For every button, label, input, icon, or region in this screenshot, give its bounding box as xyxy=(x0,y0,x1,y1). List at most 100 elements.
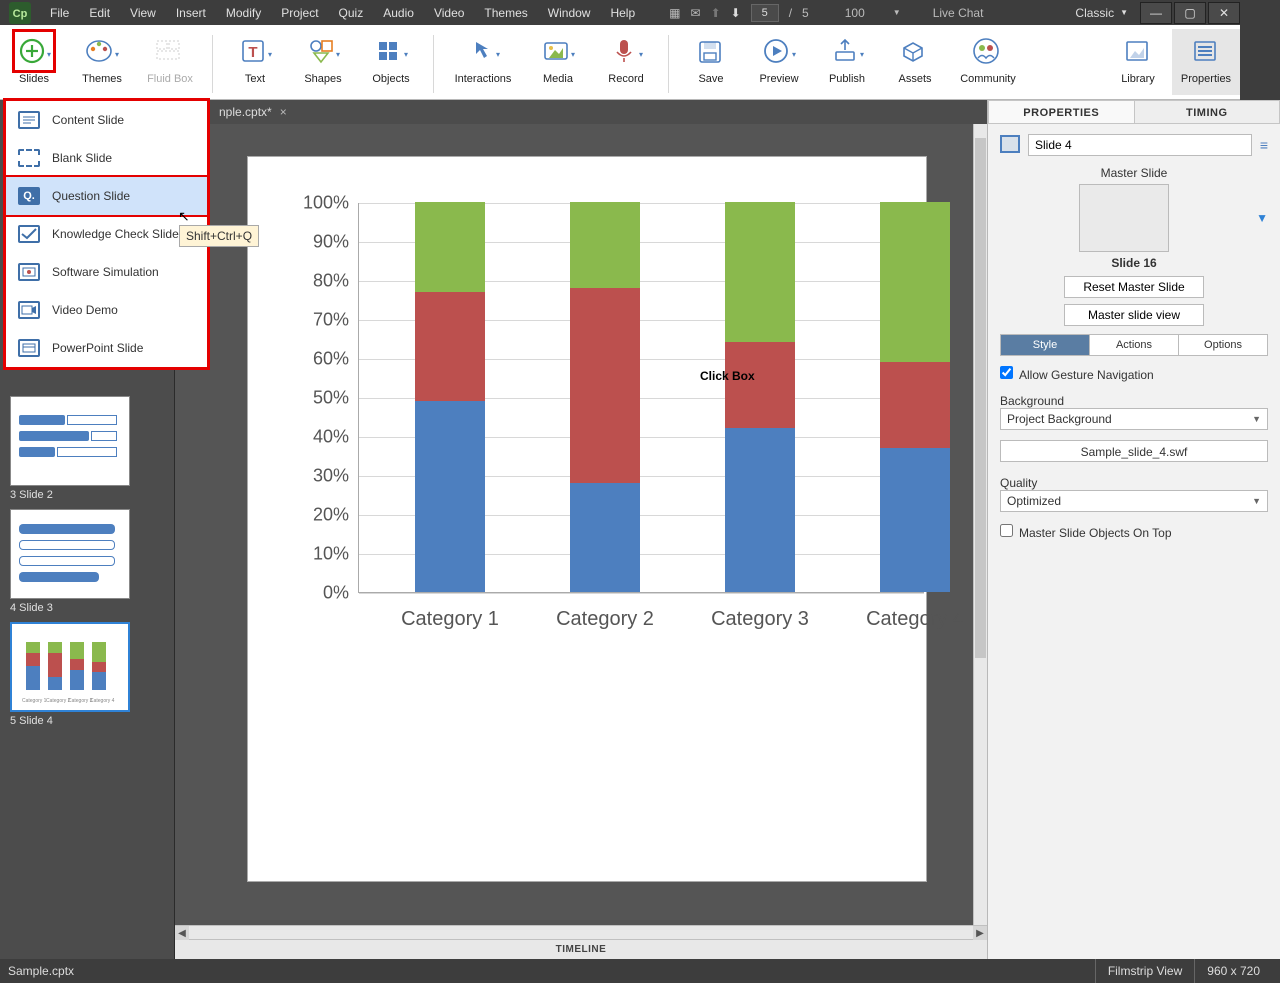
tool-label: Text xyxy=(245,73,265,85)
master-on-top-checkbox[interactable]: Master Slide Objects On Top xyxy=(1000,524,1268,540)
tool-label: Properties xyxy=(1181,73,1231,85)
allow-gesture-checkbox[interactable]: Allow Gesture Navigation xyxy=(1000,368,1154,382)
menu-audio[interactable]: Audio xyxy=(373,2,424,24)
community-button[interactable]: Community xyxy=(949,29,1027,95)
menu-question-slide[interactable]: Q.Question Slide xyxy=(6,177,207,215)
background-select[interactable]: Project Background ▼ xyxy=(1000,408,1268,430)
menu-themes[interactable]: Themes xyxy=(474,2,537,24)
mail-icon[interactable]: ✉ xyxy=(691,6,701,20)
subtab-actions[interactable]: Actions xyxy=(1090,335,1179,355)
themes-button[interactable]: ▾ Themes xyxy=(68,29,136,95)
tool-label: Community xyxy=(960,73,1016,85)
master-slide-preview[interactable] xyxy=(1079,184,1169,252)
layout-icon[interactable]: ▦ xyxy=(669,6,680,20)
horizontal-scrollbar[interactable]: ◀ ▶ xyxy=(175,925,987,939)
tool-label: Assets xyxy=(898,73,931,85)
window-close[interactable]: ✕ xyxy=(1208,2,1240,24)
menu-edit[interactable]: Edit xyxy=(79,2,120,24)
tab-close-icon[interactable]: × xyxy=(280,105,287,119)
save-button[interactable]: Save xyxy=(677,29,745,95)
object-list-icon[interactable]: ≡ xyxy=(1260,137,1268,153)
menu-window[interactable]: Window xyxy=(538,2,601,24)
live-chat-link[interactable]: Live Chat xyxy=(933,6,984,20)
menu-file[interactable]: File xyxy=(40,2,79,24)
tool-label: Media xyxy=(543,73,573,85)
clickbox-overlay-label: Click Box xyxy=(700,369,755,383)
background-label: Background xyxy=(1000,394,1268,408)
tool-label: Slides xyxy=(19,73,49,85)
record-button[interactable]: ▾ Record xyxy=(592,29,660,95)
zoom-value[interactable]: 100 xyxy=(845,6,865,20)
properties-button[interactable]: Properties xyxy=(1172,29,1240,95)
subtab-options[interactable]: Options xyxy=(1179,335,1267,355)
assets-button[interactable]: Assets xyxy=(881,29,949,95)
slide-canvas[interactable]: 0%10%20%30%40%50%60%70%80%90%100%Categor… xyxy=(247,156,927,882)
swf-name-field[interactable]: Sample_slide_4.swf xyxy=(1000,440,1268,462)
menu-help[interactable]: Help xyxy=(600,2,645,24)
next-page-icon[interactable]: ⬇ xyxy=(731,6,741,20)
master-view-button[interactable]: Master slide view xyxy=(1064,304,1204,326)
menu-powerpoint-slide[interactable]: PowerPoint Slide xyxy=(6,329,207,367)
tab-timing[interactable]: TIMING xyxy=(1135,100,1280,124)
window-maximize[interactable]: ▢ xyxy=(1174,2,1206,24)
slides-button[interactable]: ▾ Slides xyxy=(0,29,68,95)
thumb-slide-4[interactable]: Category 1Category 2Category 3Category 4… xyxy=(10,622,164,727)
preview-button[interactable]: ▾ Preview xyxy=(745,29,813,95)
document-tab[interactable]: nple.cptx* × xyxy=(209,102,297,122)
menu-blank-slide[interactable]: Blank Slide xyxy=(6,139,207,177)
tool-label: Fluid Box xyxy=(147,73,193,85)
zoom-dropdown-icon[interactable]: ▼ xyxy=(893,8,901,17)
scroll-left-icon[interactable]: ◀ xyxy=(175,926,189,940)
menu-content-slide[interactable]: Content Slide xyxy=(6,101,207,139)
menu-quiz[interactable]: Quiz xyxy=(329,2,374,24)
scroll-right-icon[interactable]: ▶ xyxy=(973,926,987,940)
svg-text:▾: ▾ xyxy=(496,50,500,59)
interactions-button[interactable]: ▾ Interactions xyxy=(442,29,524,95)
tool-label: Themes xyxy=(82,73,122,85)
thumb-slide-3[interactable]: 4 Slide 3 xyxy=(10,509,164,614)
media-button[interactable]: ▾ Media xyxy=(524,29,592,95)
quality-select[interactable]: Optimized ▼ xyxy=(1000,490,1268,512)
menu-modify[interactable]: Modify xyxy=(216,2,271,24)
text-button[interactable]: T▾ Text xyxy=(221,29,289,95)
menu-view[interactable]: View xyxy=(120,2,166,24)
menu-item-label: Video Demo xyxy=(52,303,118,317)
subtab-style[interactable]: Style xyxy=(1001,335,1090,355)
page-total: 5 xyxy=(802,6,809,20)
tab-properties[interactable]: PROPERTIES xyxy=(988,100,1135,124)
window-minimize[interactable]: — xyxy=(1140,2,1172,24)
menu-project[interactable]: Project xyxy=(271,2,328,24)
page-current-input[interactable] xyxy=(751,4,779,22)
menu-video-demo[interactable]: Video Demo xyxy=(6,291,207,329)
svg-text:▾: ▾ xyxy=(860,50,864,59)
chevron-down-icon: ▼ xyxy=(1252,496,1261,506)
status-bar: Sample.cptx Filmstrip View 960 x 720 xyxy=(0,959,1280,983)
properties-panel: PROPERTIES TIMING ≡ Master Slide ▼ Slide… xyxy=(987,100,1280,959)
reset-master-button[interactable]: Reset Master Slide xyxy=(1064,276,1204,298)
menu-insert[interactable]: Insert xyxy=(166,2,216,24)
publish-button[interactable]: ▾ Publish xyxy=(813,29,881,95)
library-button[interactable]: Library xyxy=(1104,29,1172,95)
svg-text:▾: ▾ xyxy=(115,50,119,59)
vertical-scrollbar[interactable] xyxy=(973,124,987,925)
slide-name-input[interactable] xyxy=(1028,134,1252,156)
thumb-slide-2[interactable]: 3 Slide 2 xyxy=(10,396,164,501)
menu-knowledge-check[interactable]: Knowledge Check Slide xyxy=(6,215,207,253)
workspace-selector[interactable]: Classic ▼ xyxy=(1065,6,1138,20)
objects-button[interactable]: ▾ Objects xyxy=(357,29,425,95)
shapes-button[interactable]: ▾ Shapes xyxy=(289,29,357,95)
menu-item-label: Content Slide xyxy=(52,113,124,127)
quality-value: Optimized xyxy=(1007,494,1061,508)
svg-text:▾: ▾ xyxy=(336,50,340,59)
menu-software-sim[interactable]: Software Simulation xyxy=(6,253,207,291)
svg-text:T: T xyxy=(248,44,257,61)
timeline-panel-header[interactable]: TIMELINE xyxy=(175,939,987,959)
menu-video[interactable]: Video xyxy=(424,2,474,24)
master-slide-dropdown-icon[interactable]: ▼ xyxy=(1256,211,1268,225)
tool-label: Interactions xyxy=(455,73,512,85)
prev-page-icon[interactable]: ⬆ xyxy=(711,6,721,20)
chevron-down-icon: ▼ xyxy=(1120,8,1128,17)
fluidbox-button: Fluid Box xyxy=(136,29,204,95)
allow-gesture-label: Allow Gesture Navigation xyxy=(1019,368,1154,382)
slide-icon xyxy=(1000,135,1020,156)
